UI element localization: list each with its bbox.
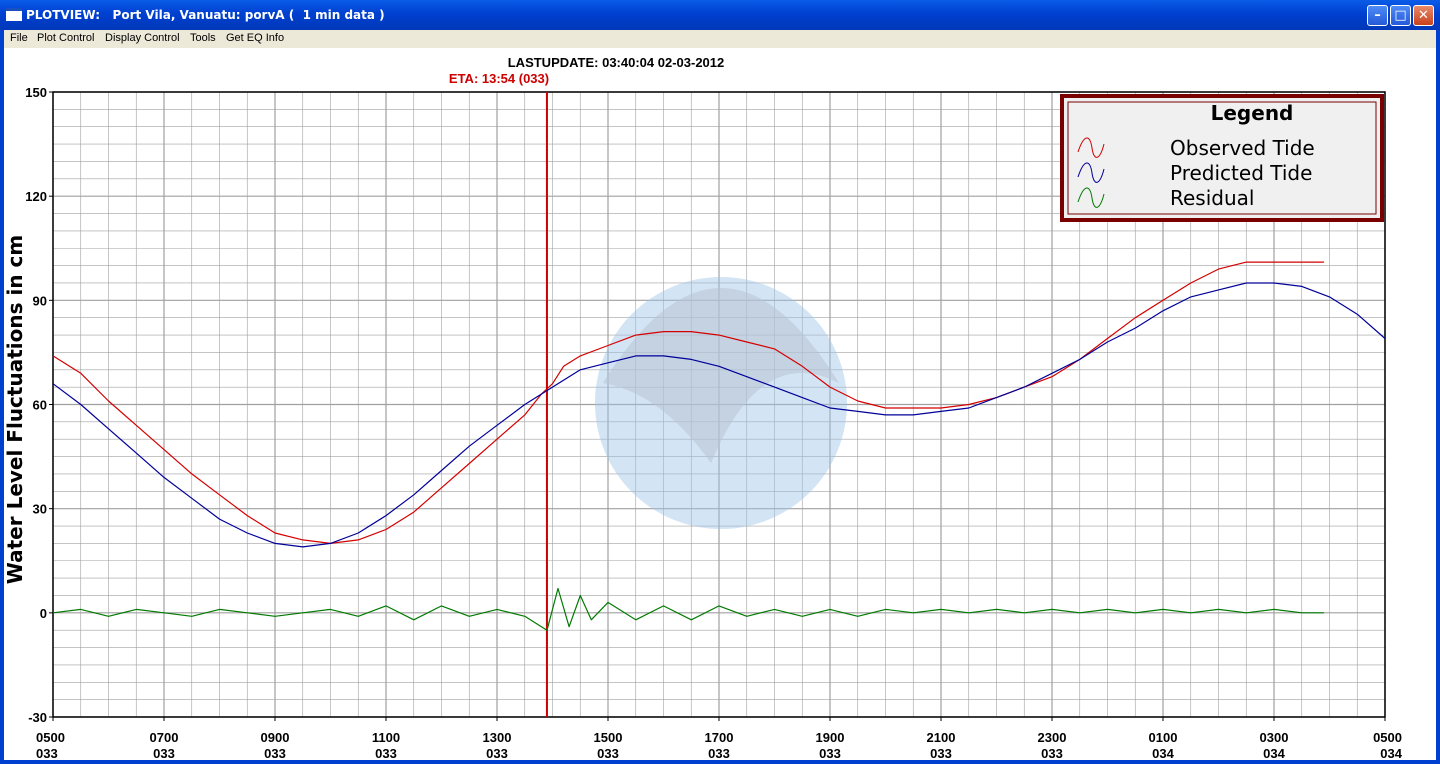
menu-display-control[interactable]: Display Control	[105, 32, 180, 44]
legend: Legend Observed TidePredicted TideResidua…	[1060, 94, 1384, 222]
x-tick-label-time: 0100	[1149, 730, 1178, 745]
x-tick-label-time: 1900	[816, 730, 845, 745]
window-frame-right	[1436, 30, 1440, 764]
x-tick-label-day: 033	[486, 746, 508, 760]
x-tick-label-day: 033	[375, 746, 397, 760]
menu-plot-control[interactable]: Plot Control	[37, 32, 94, 44]
eta-label: ETA: 13:54 (033)	[449, 71, 549, 86]
x-tick-label-time: 2300	[1038, 730, 1067, 745]
y-tick-label: 150	[25, 85, 47, 100]
x-tick-label-time: 1700	[705, 730, 734, 745]
x-tick-label-day: 034	[1152, 746, 1174, 760]
menu-file[interactable]: File	[10, 32, 28, 44]
x-tick-label-time: 0300	[1260, 730, 1289, 745]
window-title: PLOTVIEW: Port Vila, Vanuatu: porvA ( 1 …	[26, 8, 385, 22]
x-tick-label-day: 033	[597, 746, 619, 760]
x-tick-label-time: 0500	[36, 730, 65, 745]
x-tick-label-day: 034	[1380, 746, 1402, 760]
legend-entry: Residual	[1170, 186, 1254, 210]
y-tick-label: 60	[33, 398, 47, 413]
y-tick-label: 90	[33, 293, 47, 308]
maximize-button[interactable]: □	[1390, 5, 1411, 26]
x-tick-label-day: 033	[36, 746, 58, 760]
window-icon	[6, 8, 22, 21]
x-tick-label-day: 033	[930, 746, 952, 760]
legend-title: Legend	[1211, 101, 1294, 125]
y-tick-label: 30	[33, 502, 47, 517]
x-tick-label-time: 1500	[594, 730, 623, 745]
x-tick-label-day: 033	[153, 746, 175, 760]
x-tick-label-day: 034	[1263, 746, 1285, 760]
x-tick-label-day: 033	[708, 746, 730, 760]
x-tick-label-day: 033	[1041, 746, 1063, 760]
x-tick-label-time: 2100	[927, 730, 956, 745]
minimize-button[interactable]: –	[1367, 5, 1388, 26]
y-tick-label: -30	[28, 710, 47, 725]
x-tick-label-time: 1100	[372, 730, 400, 745]
plot-area: 150 120 90 60 30 0 -30 0500 033 0700 033 0900 033 110…	[4, 48, 1436, 760]
last-update-label: LASTUPDATE: 03:40:04 02-03-2012	[508, 55, 725, 70]
menu-tools[interactable]: Tools	[190, 32, 216, 44]
legend-entry: Predicted Tide	[1170, 161, 1312, 185]
menu-get-eq-info[interactable]: Get EQ Info	[226, 32, 284, 44]
x-tick-label-day: 033	[264, 746, 286, 760]
x-tick-label-time: 1300	[483, 730, 512, 745]
x-tick-label-time: 0700	[150, 730, 179, 745]
y-tick-label: 0	[40, 606, 47, 621]
x-tick-label-day: 033	[819, 746, 841, 760]
x-tick-label-time: 0500	[1373, 730, 1402, 745]
x-tick-label-time: 0900	[261, 730, 290, 745]
y-tick-label: 120	[25, 189, 47, 204]
legend-entry: Observed Tide	[1170, 136, 1315, 160]
menu-bar: File Plot Control Display Control Tools …	[4, 30, 1436, 48]
y-axis-title: Water Level Fluctuations in cm	[4, 235, 27, 584]
tide-chart: 1501209060300-30050003307000330900033110…	[4, 55, 1403, 760]
title-bar: PLOTVIEW: Port Vila, Vanuatu: porvA ( 1 …	[0, 0, 1440, 30]
close-button[interactable]: ✕	[1413, 5, 1434, 26]
window-frame-bottom	[0, 760, 1440, 764]
